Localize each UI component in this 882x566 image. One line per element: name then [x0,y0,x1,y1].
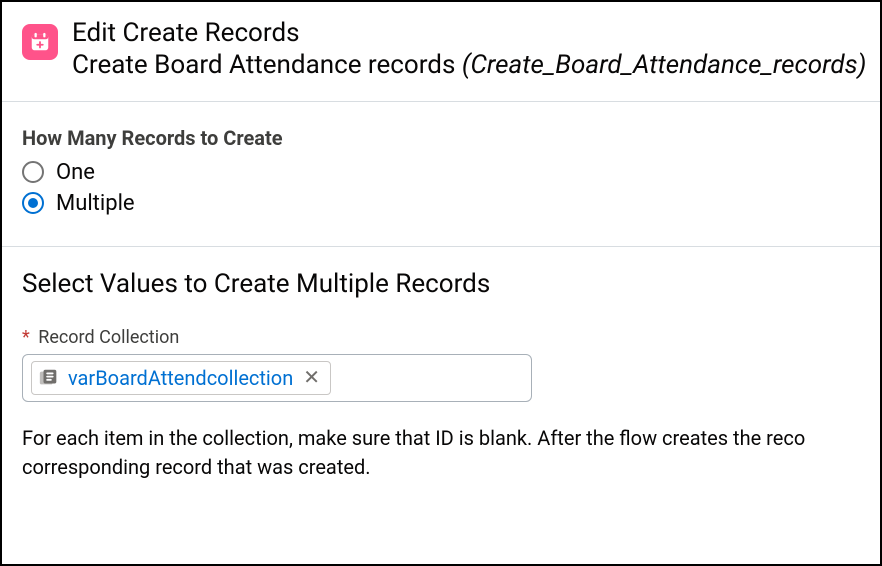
how-many-label: How Many Records to Create [22,126,860,150]
values-heading: Select Values to Create Multiple Records [22,269,860,299]
panel-subtitle: Create Board Attendance records (Create_… [72,49,860,83]
panel-title: Edit Create Records [72,18,860,49]
record-collection-label: * Record Collection [22,327,860,348]
record-collection-label-text: Record Collection [38,327,179,348]
calendar-plus-icon [29,31,51,53]
radio-multiple[interactable]: Multiple [22,189,860,220]
radio-one-input[interactable] [22,161,44,183]
radio-one-label: One [56,160,95,185]
required-indicator: * [22,327,30,348]
element-api-name: (Create_Board_Attendance_records) [462,50,867,80]
radio-multiple-input[interactable] [22,192,44,214]
create-records-icon [22,24,58,60]
clear-pill-button[interactable]: ✕ [301,367,322,389]
record-collection-pill[interactable]: varBoardAttendcollection ✕ [31,361,331,395]
how-many-section: How Many Records to Create One Multiple [2,102,880,247]
panel-header: Edit Create Records Create Board Attenda… [2,2,880,102]
record-collection-icon [38,367,60,389]
radio-one[interactable]: One [22,158,860,189]
help-text: For each item in the collection, make su… [22,424,860,482]
help-text-line1: For each item in the collection, make su… [22,426,805,450]
element-label: Create Board Attendance records [72,50,455,80]
radio-multiple-label: Multiple [56,191,135,216]
values-section: Select Values to Create Multiple Records… [2,247,880,502]
record-collection-input[interactable]: varBoardAttendcollection ✕ [22,354,532,402]
record-collection-value: varBoardAttendcollection [68,366,293,390]
help-text-line2: corresponding record that was created. [22,455,371,479]
